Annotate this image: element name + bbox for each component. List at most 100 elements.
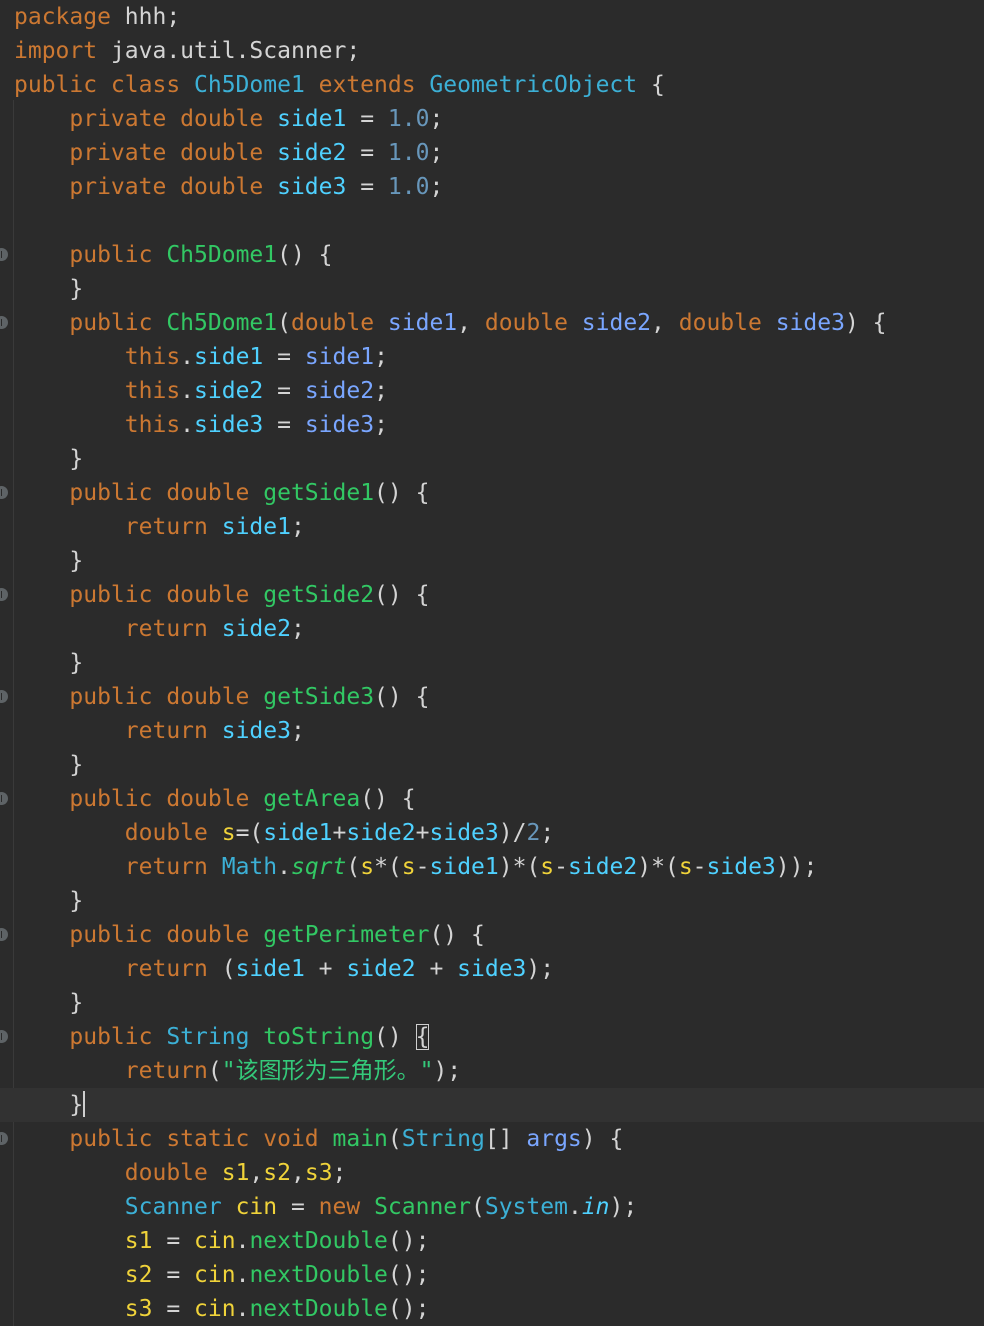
code-line[interactable]: } bbox=[0, 442, 984, 476]
code-token: ; bbox=[332, 1160, 347, 1186]
code-line[interactable]: return side3; bbox=[0, 714, 984, 748]
code-line[interactable]: public Ch5Dome1() { bbox=[0, 238, 984, 272]
code-token: private double bbox=[69, 174, 278, 200]
code-token: getSide2 bbox=[263, 582, 375, 608]
code-token: public bbox=[69, 1024, 167, 1050]
fold-toggle-icon[interactable] bbox=[0, 690, 8, 703]
code-line[interactable]: Scanner cin = new Scanner(System.in); bbox=[0, 1190, 984, 1224]
code-token: side3 bbox=[277, 174, 347, 200]
code-token: } bbox=[14, 752, 84, 778]
fold-toggle-icon[interactable] bbox=[0, 928, 8, 941]
code-token: return bbox=[124, 956, 222, 982]
code-line[interactable]: this.side3 = side3; bbox=[0, 408, 984, 442]
code-token: side1 bbox=[304, 344, 375, 370]
code-token: } bbox=[14, 650, 84, 676]
code-token: side2 bbox=[346, 956, 416, 982]
code-line[interactable]: public static void main(String[] args) { bbox=[0, 1122, 984, 1156]
code-token: ; bbox=[429, 106, 444, 132]
code-token: s bbox=[678, 854, 693, 880]
code-line[interactable]: public double getSide2() { bbox=[0, 578, 984, 612]
code-token: () { bbox=[429, 922, 485, 948]
code-line[interactable]: import java.util.Scanner; bbox=[0, 34, 984, 68]
code-token: this bbox=[124, 412, 181, 438]
code-line[interactable]: s3 = cin.nextDouble(); bbox=[0, 1292, 984, 1326]
code-token: 1.0 bbox=[387, 174, 430, 200]
text-caret bbox=[83, 1091, 86, 1117]
fold-toggle-icon[interactable] bbox=[0, 792, 8, 805]
code-token: 1.0 bbox=[387, 140, 430, 166]
code-token: side3 bbox=[429, 820, 499, 846]
code-token: + bbox=[415, 820, 430, 846]
code-token: java.util.Scanner; bbox=[97, 38, 361, 64]
code-line[interactable]: double s1,s2,s3; bbox=[0, 1156, 984, 1190]
code-token: =( bbox=[235, 820, 264, 846]
code-line[interactable]: private double side2 = 1.0; bbox=[0, 136, 984, 170]
code-token: ; bbox=[290, 616, 305, 642]
code-line[interactable]: public Ch5Dome1(double side1, double sid… bbox=[0, 306, 984, 340]
code-token: () { bbox=[374, 684, 430, 710]
code-line[interactable]: this.side1 = side1; bbox=[0, 340, 984, 374]
code-line[interactable]: s2 = cin.nextDouble(); bbox=[0, 1258, 984, 1292]
code-line[interactable]: this.side2 = side2; bbox=[0, 374, 984, 408]
code-line[interactable]: } bbox=[0, 986, 984, 1020]
code-line[interactable]: public double getSide1() { bbox=[0, 476, 984, 510]
code-token: public static void bbox=[69, 1126, 333, 1152]
code-token: [] bbox=[484, 1126, 527, 1152]
code-token: return bbox=[124, 616, 222, 642]
fold-toggle-icon[interactable] bbox=[0, 486, 8, 499]
code-line[interactable]: return (side1 + side2 + side3); bbox=[0, 952, 984, 986]
code-line[interactable]: public double getPerimeter() { bbox=[0, 918, 984, 952]
code-line[interactable]: } bbox=[0, 884, 984, 918]
fold-toggle-icon[interactable] bbox=[0, 248, 8, 261]
code-line[interactable]: return Math.sqrt(s*(s-side1)*(s-side2)*(… bbox=[0, 850, 984, 884]
code-editor[interactable]: package hhh; import java.util.Scanner; pub… bbox=[0, 0, 984, 1326]
code-token: = bbox=[277, 1194, 319, 1220]
code-line[interactable]: } bbox=[0, 544, 984, 578]
fold-toggle-icon[interactable] bbox=[0, 1132, 8, 1145]
code-token: *( bbox=[374, 854, 402, 880]
code-line[interactable] bbox=[0, 204, 984, 238]
code-line[interactable]: public double getSide3() { bbox=[0, 680, 984, 714]
code-line[interactable]: } bbox=[0, 646, 984, 680]
code-line[interactable]: public String toString() { bbox=[0, 1020, 984, 1054]
code-token: ; bbox=[429, 140, 444, 166]
code-token: getSide1 bbox=[263, 480, 375, 506]
code-line[interactable]: } bbox=[0, 1088, 984, 1122]
code-token: ); bbox=[526, 956, 555, 982]
code-token: + bbox=[415, 956, 458, 982]
fold-toggle-icon[interactable] bbox=[0, 588, 8, 601]
code-token: public bbox=[69, 242, 167, 268]
code-token: { bbox=[637, 72, 665, 98]
code-line[interactable]: public class Ch5Dome1 extends GeometricO… bbox=[0, 68, 984, 102]
code-line[interactable]: public double getArea() { bbox=[0, 782, 984, 816]
code-line[interactable]: double s=(side1+side2+side3)/2; bbox=[0, 816, 984, 850]
code-token: s3 bbox=[124, 1296, 153, 1322]
code-line[interactable]: private double side3 = 1.0; bbox=[0, 170, 984, 204]
code-line[interactable]: } bbox=[0, 272, 984, 306]
code-line[interactable]: return side1; bbox=[0, 510, 984, 544]
code-token: } bbox=[14, 1092, 84, 1118]
code-token: args bbox=[526, 1126, 582, 1152]
code-line[interactable]: package hhh; bbox=[0, 0, 984, 34]
fold-toggle-icon[interactable] bbox=[0, 1030, 8, 1043]
code-line[interactable]: s1 = cin.nextDouble(); bbox=[0, 1224, 984, 1258]
code-token: side2 bbox=[304, 378, 375, 404]
code-line[interactable]: return("该图形为三角形。"); bbox=[0, 1054, 984, 1088]
fold-toggle-icon[interactable] bbox=[0, 316, 8, 329]
code-token: sqrt bbox=[290, 854, 347, 880]
code-line[interactable]: } bbox=[0, 748, 984, 782]
code-token: getSide3 bbox=[263, 684, 375, 710]
code-line[interactable]: private double side1 = 1.0; bbox=[0, 102, 984, 136]
code-token: , bbox=[249, 1160, 264, 1186]
code-token: side1 bbox=[221, 514, 291, 540]
code-line[interactable]: return side2; bbox=[0, 612, 984, 646]
